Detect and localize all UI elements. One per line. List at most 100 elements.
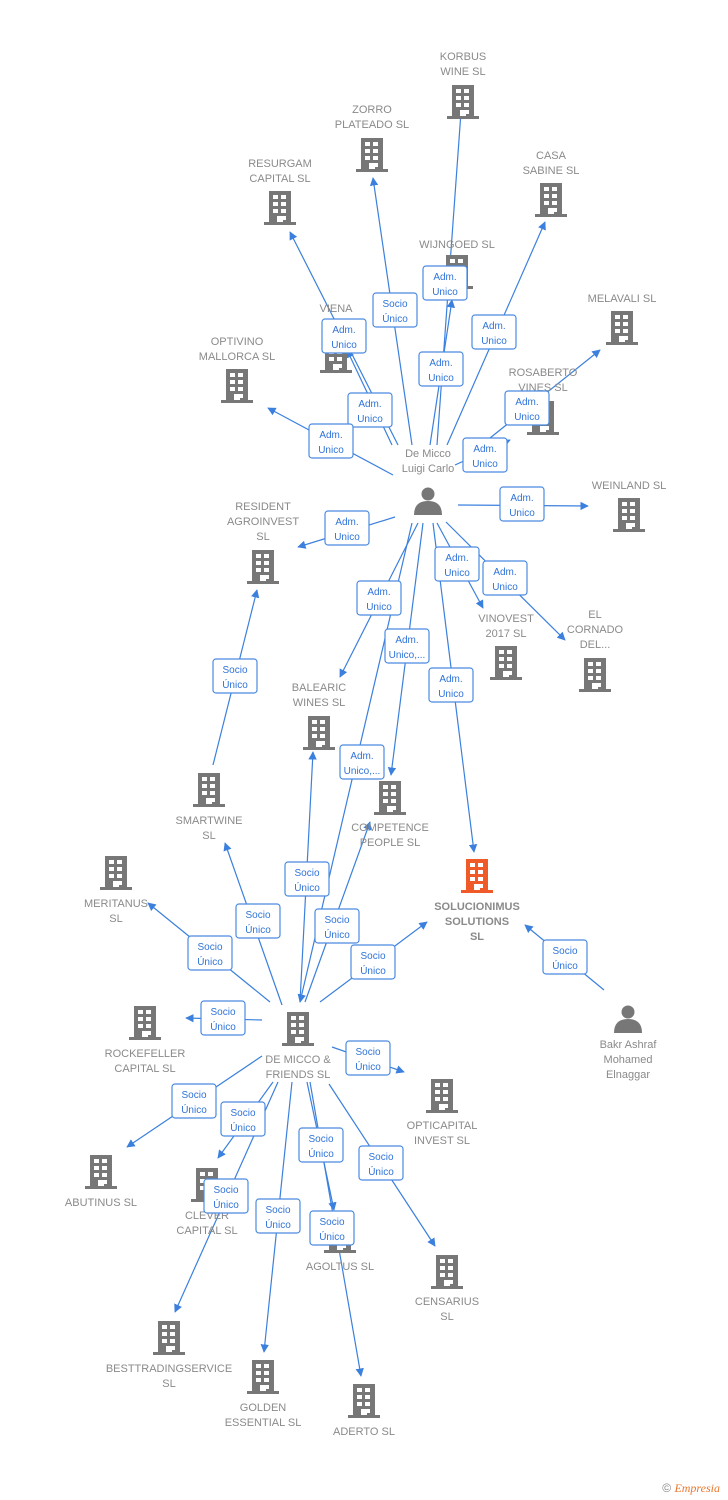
node-label: ESSENTIAL SL	[225, 1417, 302, 1429]
node-melavali[interactable]: MELAVALI SL	[588, 293, 657, 345]
node-friends[interactable]: DE MICCO & FRIENDS SL	[265, 1012, 331, 1081]
relation-label[interactable]: Adm. Unico	[308, 423, 354, 459]
node-vinovest[interactable]: VINOVEST 2017 SL	[478, 613, 534, 680]
relation-label[interactable]: Socio Único	[314, 908, 360, 944]
relation-label[interactable]: Socio Único	[542, 939, 588, 975]
node-abutinus[interactable]: ABUTINUS SL	[65, 1155, 137, 1209]
relation-text: Adm.	[367, 587, 390, 598]
relation-text: Único	[355, 1060, 381, 1073]
relation-label[interactable]: Socio Único	[358, 1145, 404, 1181]
relation-label[interactable]: Adm. Unico	[504, 390, 550, 426]
node-optivino[interactable]: OPTIVINO MALLORCA SL	[199, 336, 275, 403]
relation-text: Socio	[210, 1007, 235, 1018]
node-label: WINES SL	[293, 697, 346, 709]
node-weinland[interactable]: WEINLAND SL	[592, 480, 667, 532]
node-aderto[interactable]: ADERTO SL	[333, 1384, 395, 1438]
relation-label[interactable]: Socio Único	[203, 1178, 249, 1214]
relation-text: Unico,...	[389, 650, 426, 661]
relation-label[interactable]: Adm. Unico	[482, 560, 528, 596]
node-casa[interactable]: CASA SABINE SL	[523, 150, 580, 217]
node-label: CENSARIUS	[415, 1296, 479, 1308]
node-label: Mohamed	[604, 1054, 653, 1066]
footer-brand: © Empresia	[662, 1481, 720, 1496]
relation-text: Único	[308, 1147, 334, 1160]
relation-label[interactable]: Adm. Unico	[324, 510, 370, 546]
relation-text: Socio	[245, 910, 270, 921]
node-golden[interactable]: GOLDEN ESSENTIAL SL	[225, 1360, 302, 1429]
relation-label[interactable]: Adm. Unico,...	[339, 744, 385, 780]
relation-label[interactable]: Adm. Unico	[499, 486, 545, 522]
relation-label[interactable]: Socio Único	[298, 1127, 344, 1163]
relation-label[interactable]: Adm. Unico	[422, 265, 468, 301]
relation-text: Unico	[357, 414, 383, 425]
relation-text: Único	[360, 964, 386, 977]
relation-label[interactable]: Socio Único	[255, 1198, 301, 1234]
node-korbus[interactable]: KORBUS WINE SL	[440, 51, 486, 119]
relation-label[interactable]: Socio Único	[284, 861, 330, 897]
building-icon	[374, 781, 406, 815]
node-competence[interactable]: COMPETENCE PEOPLE SL	[351, 781, 429, 849]
relation-text: Unico	[492, 582, 518, 593]
relation-label[interactable]: Socio Único	[171, 1083, 217, 1119]
node-opticapital[interactable]: OPTICAPITAL INVEST SL	[407, 1079, 478, 1147]
node-demicco[interactable]: De Micco Luigi Carlo	[402, 448, 455, 515]
building-icon	[579, 658, 611, 692]
node-rockefeller[interactable]: ROCKEFELLER CAPITAL SL	[105, 1006, 186, 1075]
relation-label[interactable]: Socio Único	[309, 1210, 355, 1246]
relation-text: Unico	[331, 340, 357, 351]
relation-label[interactable]: Adm. Unico	[356, 580, 402, 616]
relation-text: Único	[213, 1198, 239, 1211]
node-label: CORNADO	[567, 624, 624, 636]
node-smartwine[interactable]: SMARTWINE SL	[175, 773, 243, 842]
graph-canvas: KORBUS WINE SL ZORRO PLATEADO SL RESURGAM CAP…	[65, 51, 667, 1438]
node-label: WIJNGOED SL	[419, 239, 495, 251]
relation-text: Socio	[213, 1185, 238, 1196]
relation-label[interactable]: Adm. Unico	[428, 667, 474, 703]
relation-label[interactable]: Socio Único	[200, 1000, 246, 1036]
node-label: ABUTINUS SL	[65, 1197, 137, 1209]
relation-label[interactable]: Adm. Unico	[418, 351, 464, 387]
relation-text: Adm.	[493, 567, 516, 578]
node-label: Luigi Carlo	[402, 463, 455, 475]
relation-text: Adm.	[445, 553, 468, 564]
relation-text: Socio	[360, 951, 385, 962]
node-label: SL	[440, 1311, 453, 1323]
relation-label[interactable]: Adm. Unico	[471, 314, 517, 350]
relation-label[interactable]: Adm. Unico	[462, 437, 508, 473]
node-label: SMARTWINE	[175, 815, 242, 827]
relation-text: Adm.	[433, 272, 456, 283]
relation-label[interactable]: Socio Único	[220, 1101, 266, 1137]
relation-text: Socio	[197, 942, 222, 953]
node-resurgam[interactable]: RESURGAM CAPITAL SL	[248, 158, 312, 225]
relation-text: Socio	[382, 299, 407, 310]
relation-text: Adm.	[350, 751, 373, 762]
relation-label[interactable]: Socio Único	[212, 658, 258, 694]
relation-label[interactable]: Socio Único	[187, 935, 233, 971]
node-bakr[interactable]: Bakr Ashraf Mohamed Elnaggar	[600, 1005, 658, 1082]
node-solucionimus[interactable]: SOLUCIONIMUS SOLUTIONS SL	[434, 859, 520, 943]
building-icon	[535, 183, 567, 217]
relation-text: Socio	[319, 1217, 344, 1228]
node-cornado[interactable]: EL CORNADO DEL...	[567, 609, 624, 692]
relation-text: Socio	[355, 1047, 380, 1058]
relation-text: Único	[245, 923, 271, 936]
relation-label[interactable]: Adm. Unico	[321, 318, 367, 354]
node-label: SL	[256, 531, 269, 543]
relation-label[interactable]: Adm. Unico	[434, 546, 480, 582]
node-zorro[interactable]: ZORRO PLATEADO SL	[335, 104, 409, 172]
relation-label[interactable]: Adm. Unico,...	[384, 628, 430, 664]
relation-label[interactable]: Adm. Unico	[347, 392, 393, 428]
node-censarius[interactable]: CENSARIUS SL	[415, 1255, 479, 1323]
relation-label[interactable]: Socio Único	[235, 903, 281, 939]
node-besttrading[interactable]: BESTTRADINGSERVICE SL	[106, 1321, 232, 1390]
node-label: COMPETENCE	[351, 822, 429, 834]
node-meritanus[interactable]: MERITANUS SL	[84, 856, 148, 925]
relation-label[interactable]: Socio Único	[345, 1040, 391, 1076]
relation-label[interactable]: Socio Único	[372, 292, 418, 328]
node-balearic[interactable]: BALEARIC WINES SL	[292, 682, 346, 750]
node-label: CASA	[536, 150, 567, 162]
node-label: SL	[109, 913, 122, 925]
node-resident[interactable]: RESIDENT AGROINVEST SL	[227, 501, 299, 584]
relation-text: Unico	[334, 532, 360, 543]
relation-label[interactable]: Socio Único	[350, 944, 396, 980]
